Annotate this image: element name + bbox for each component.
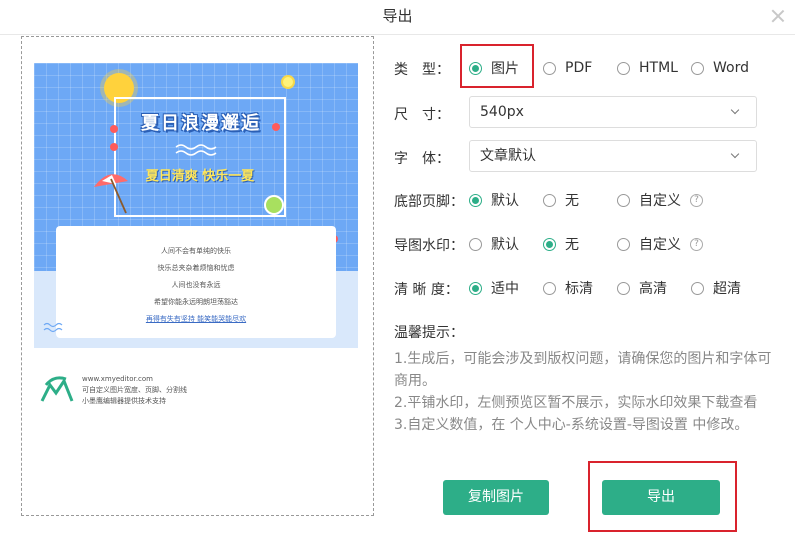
- close-icon[interactable]: [768, 6, 788, 26]
- font-select[interactable]: 文章默认: [469, 140, 757, 172]
- radio-watermark-none[interactable]: 无: [543, 233, 579, 255]
- radio-dot: [617, 281, 630, 295]
- radio-dot: [543, 281, 556, 295]
- poster-title: 夏日浪漫邂逅: [141, 113, 261, 134]
- tip-item: 1.生成后，可能会涉及到版权问题，请确保您的图片和字体可商用。: [394, 351, 772, 389]
- radio-footer-none[interactable]: 无: [543, 189, 579, 211]
- card-line: 快乐总夹杂着烦恼和忧虑: [157, 264, 235, 272]
- size-label: 尺 寸：: [394, 107, 450, 123]
- radio-type-html[interactable]: HTML: [617, 57, 678, 79]
- radio-watermark-custom[interactable]: 自定义?: [617, 233, 703, 255]
- radio-type-word[interactable]: Word: [691, 57, 749, 79]
- copy-image-button[interactable]: 复制图片: [443, 480, 549, 515]
- size-select[interactable]: 540px: [469, 96, 757, 128]
- help-icon[interactable]: ?: [690, 237, 703, 251]
- card-line: 希望你能永远明朗坦荡豁达: [154, 298, 238, 306]
- radio-dot: [617, 61, 630, 75]
- radio-dot: [469, 193, 482, 207]
- umbrella-icon: [94, 174, 128, 214]
- help-icon[interactable]: ?: [690, 193, 703, 207]
- type-label: 类 型：: [394, 62, 450, 78]
- radio-clarity-high[interactable]: 高清: [617, 277, 667, 299]
- brand-site: www.xmyeditor.com: [82, 375, 153, 383]
- cherry-icon: [110, 143, 118, 151]
- radio-clarity-standard[interactable]: 标清: [543, 277, 593, 299]
- radio-footer-custom[interactable]: 自定义?: [617, 189, 703, 211]
- waves-icon: [43, 322, 63, 333]
- brand-line: 可自定义图片宽度、页脚、分割线: [82, 386, 187, 394]
- lime-icon: [264, 195, 284, 215]
- radio-dot: [543, 61, 556, 75]
- tip-item: 2.平铺水印，左侧预览区暂不展示，实际水印效果下载查看: [394, 395, 758, 411]
- radio-dot: [469, 281, 482, 295]
- chevron-down-icon: [730, 149, 740, 159]
- radio-clarity-medium[interactable]: 适中: [469, 277, 519, 299]
- poster-card: 人间不会有单纯的快乐 快乐总夹杂着烦恼和忧虑 人间也没有永远 希望你能永远明朗坦…: [56, 226, 336, 338]
- tips-title: 温馨提示：: [394, 325, 464, 341]
- radio-dot: [617, 193, 630, 207]
- brand-logo: [40, 376, 74, 402]
- font-value: 文章默认: [480, 148, 536, 164]
- waves-icon: [175, 144, 217, 156]
- radio-type-pdf[interactable]: PDF: [543, 57, 592, 79]
- chevron-down-icon: [730, 105, 740, 115]
- highlight-box: [460, 44, 534, 88]
- radio-dot: [469, 237, 482, 251]
- footer-label: 底部页脚：: [394, 194, 464, 210]
- size-value: 540px: [480, 104, 524, 120]
- radio-watermark-default[interactable]: 默认: [469, 233, 519, 255]
- card-line: 再得有失有坚持 能笑能哭能尽欢: [145, 315, 247, 323]
- highlight-box: [588, 461, 737, 532]
- font-label: 字 体：: [394, 151, 450, 167]
- lemon-icon: [281, 75, 295, 89]
- card-line: 人间不会有单纯的快乐: [161, 247, 231, 255]
- radio-dot: [617, 237, 630, 251]
- radio-dot: [691, 281, 704, 295]
- clarity-label: 清 晰 度：: [394, 282, 459, 298]
- poster-image: 夏日浪漫邂逅 夏日清爽 快乐一夏 人间不会有单纯的快乐 快乐总夹杂着烦恼和忧虑 …: [34, 63, 358, 348]
- card-line: 人间也没有永远: [171, 281, 221, 289]
- preview-area: 夏日浪漫邂逅 夏日清爽 快乐一夏 人间不会有单纯的快乐 快乐总夹杂着烦恼和忧虑 …: [21, 36, 374, 516]
- title-divider: [0, 34, 795, 35]
- radio-dot: [543, 237, 556, 251]
- tip-item: 3.自定义数值，在 个人中心-系统设置-导图设置 中修改。: [394, 417, 749, 433]
- poster-subtitle: 夏日清爽 快乐一夏: [145, 169, 255, 184]
- radio-footer-default[interactable]: 默认: [469, 189, 519, 211]
- brand-text: www.xmyeditor.com 可自定义图片宽度、页脚、分割线 小墨鹰编辑器…: [82, 374, 187, 407]
- brand-line: 小墨鹰编辑器提供技术支持: [82, 397, 166, 405]
- radio-dot: [543, 193, 556, 207]
- radio-clarity-ultra[interactable]: 超清: [691, 277, 741, 299]
- radio-dot: [691, 61, 704, 75]
- watermark-label: 导图水印：: [394, 238, 464, 254]
- dialog-title: 导出: [382, 7, 413, 25]
